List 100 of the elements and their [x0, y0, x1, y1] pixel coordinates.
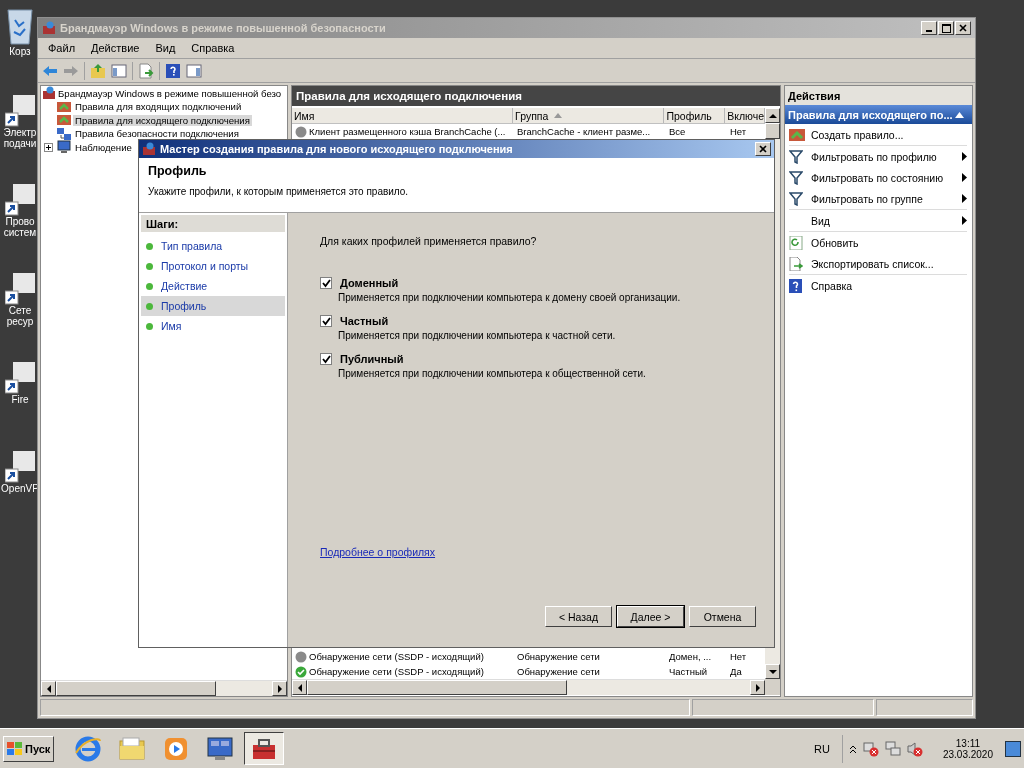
chevron-up-icon[interactable]	[848, 743, 857, 754]
action-link[interactable]: Справка	[811, 279, 853, 292]
recycle-bin-icon[interactable]	[5, 6, 35, 46]
close-button[interactable]	[955, 21, 971, 35]
table-cell-text: Обнаружение сети	[516, 666, 601, 677]
wizard-step[interactable]: Профиль	[141, 296, 285, 316]
column-header[interactable]: Группа	[513, 108, 665, 123]
new-rule-icon	[789, 127, 805, 142]
checkbox[interactable]	[320, 353, 332, 365]
tree-item[interactable]: Брандмауэр Windows в режиме повышенной безо	[42, 86, 287, 100]
shortcut-icon[interactable]	[5, 451, 35, 483]
start-button[interactable]: Пуск	[3, 735, 55, 762]
tree-item[interactable]: Правила для входящих подключений	[73, 101, 244, 113]
scroll-left-icon[interactable]	[292, 680, 307, 695]
scroll-thumb[interactable]	[307, 680, 567, 695]
dialog-button[interactable]: < Назад	[545, 606, 612, 627]
actions-title: Действия	[785, 86, 972, 105]
tree-item[interactable]: Наблюдение	[73, 141, 134, 153]
rules-icon	[57, 99, 71, 114]
desktop-icon-label: Корз	[9, 46, 31, 57]
action-link[interactable]: Создать правило...	[811, 128, 904, 141]
desktop-icon-label: Прово	[5, 216, 35, 227]
scroll-thumb[interactable]	[56, 681, 216, 696]
tree-item[interactable]: Правила для исходящего подключения	[73, 114, 252, 126]
scroll-left-icon[interactable]	[41, 681, 56, 696]
computers-icon[interactable]	[884, 740, 901, 757]
export-icon	[789, 256, 803, 271]
checkbox-label[interactable]: Доменный	[340, 277, 399, 289]
column-header[interactable]: Имя	[292, 108, 514, 123]
action-link[interactable]: Фильтровать по группе	[811, 192, 923, 205]
dialog-button[interactable]: Далее >	[617, 606, 684, 627]
action-link[interactable]: Обновить	[811, 236, 859, 249]
scrollbar-corner	[765, 679, 780, 695]
minimize-button[interactable]	[921, 21, 937, 35]
speaker-muted-icon[interactable]	[906, 740, 923, 757]
export-icon[interactable]	[138, 62, 154, 79]
table-cell-text: Нет	[729, 651, 748, 662]
actions-section-header[interactable]: Правила для исходящего по...	[785, 105, 972, 124]
help-icon[interactable]	[165, 62, 181, 79]
menu-item[interactable]: Файл	[40, 42, 84, 54]
folder-icon	[118, 734, 147, 763]
step-dot-icon	[146, 262, 153, 270]
close-button[interactable]	[755, 142, 771, 156]
checkbox-label[interactable]: Частный	[340, 315, 389, 327]
panel-toggle-icon[interactable]	[186, 62, 202, 79]
column-header[interactable]: Профиль	[664, 108, 726, 123]
tree-item[interactable]: Правила безопасности подключения	[73, 128, 241, 140]
menu-item[interactable]: Справка	[183, 42, 243, 54]
step-dot-icon	[146, 322, 153, 330]
profile-description: Применяется при подключении компьютера к домену своей организации.	[337, 292, 682, 303]
desktop-icon-label: подачи	[3, 138, 37, 149]
wizard-step[interactable]: Протокол и порты	[141, 256, 285, 276]
show-desktop-button[interactable]	[1005, 740, 1021, 757]
scroll-right-icon[interactable]	[272, 681, 287, 696]
help-icon	[789, 278, 802, 293]
action-link[interactable]: Вид	[811, 214, 830, 227]
shortcut-icon[interactable]	[5, 362, 35, 394]
language-indicator[interactable]: RU	[814, 742, 830, 755]
panel-toggle-icon[interactable]	[111, 62, 127, 79]
clock-time[interactable]: 13:11	[955, 737, 981, 749]
filter-icon	[789, 149, 803, 164]
checkbox-label[interactable]: Публичный	[340, 353, 404, 365]
scroll-up-icon[interactable]	[765, 108, 780, 123]
step-dot-icon	[146, 302, 153, 310]
filter-icon	[789, 191, 803, 206]
network-error-icon[interactable]	[862, 740, 879, 757]
table-cell-text: Все	[668, 126, 687, 137]
wizard-heading: Профиль	[148, 164, 208, 178]
table-cell: Обнаружение сети (SSDP - исходящий)	[309, 651, 484, 662]
dialog-title: Мастер создания правила для нового исходящего подключения	[160, 143, 513, 155]
menu-item[interactable]: Вид	[147, 42, 184, 54]
question-text: Для каких профилей применяется правило?	[320, 235, 538, 247]
profile-description: Применяется при подключении компьютера к частной сети.	[337, 330, 617, 341]
checkbox[interactable]	[320, 277, 332, 289]
action-link[interactable]: Экспортировать список...	[811, 257, 934, 270]
checkbox[interactable]	[320, 315, 332, 327]
scroll-thumb[interactable]	[765, 123, 780, 139]
table-cell-text: Обнаружение сети	[516, 651, 601, 662]
action-link[interactable]: Фильтровать по профилю	[811, 150, 937, 163]
step-dot-icon	[146, 282, 153, 290]
horizontal-scrollbar[interactable]	[41, 680, 287, 696]
shortcut-icon[interactable]	[5, 273, 35, 305]
computers-icon	[57, 126, 71, 141]
expand-icon[interactable]	[44, 142, 53, 152]
table-cell-text: Да	[729, 666, 743, 677]
shortcut-icon[interactable]	[5, 184, 35, 216]
horizontal-scrollbar[interactable]	[292, 679, 765, 695]
wizard-step[interactable]: Тип правила	[141, 236, 285, 256]
wizard-step[interactable]: Имя	[141, 316, 285, 336]
shortcut-icon[interactable]	[5, 95, 35, 127]
profiles-help-link[interactable]: Подробнее о профилях	[320, 546, 436, 558]
wizard-step[interactable]: Действие	[141, 276, 285, 296]
taskbar-app-button[interactable]	[244, 732, 285, 765]
scroll-down-icon[interactable]	[765, 664, 780, 679]
maximize-button[interactable]	[938, 21, 954, 35]
dialog-button[interactable]: Отмена	[689, 606, 756, 627]
menu-item[interactable]: Действие	[83, 42, 148, 54]
scroll-right-icon[interactable]	[750, 680, 765, 695]
action-link[interactable]: Фильтровать по состоянию	[811, 171, 944, 184]
clock-date[interactable]: 23.03.2020	[942, 748, 993, 760]
